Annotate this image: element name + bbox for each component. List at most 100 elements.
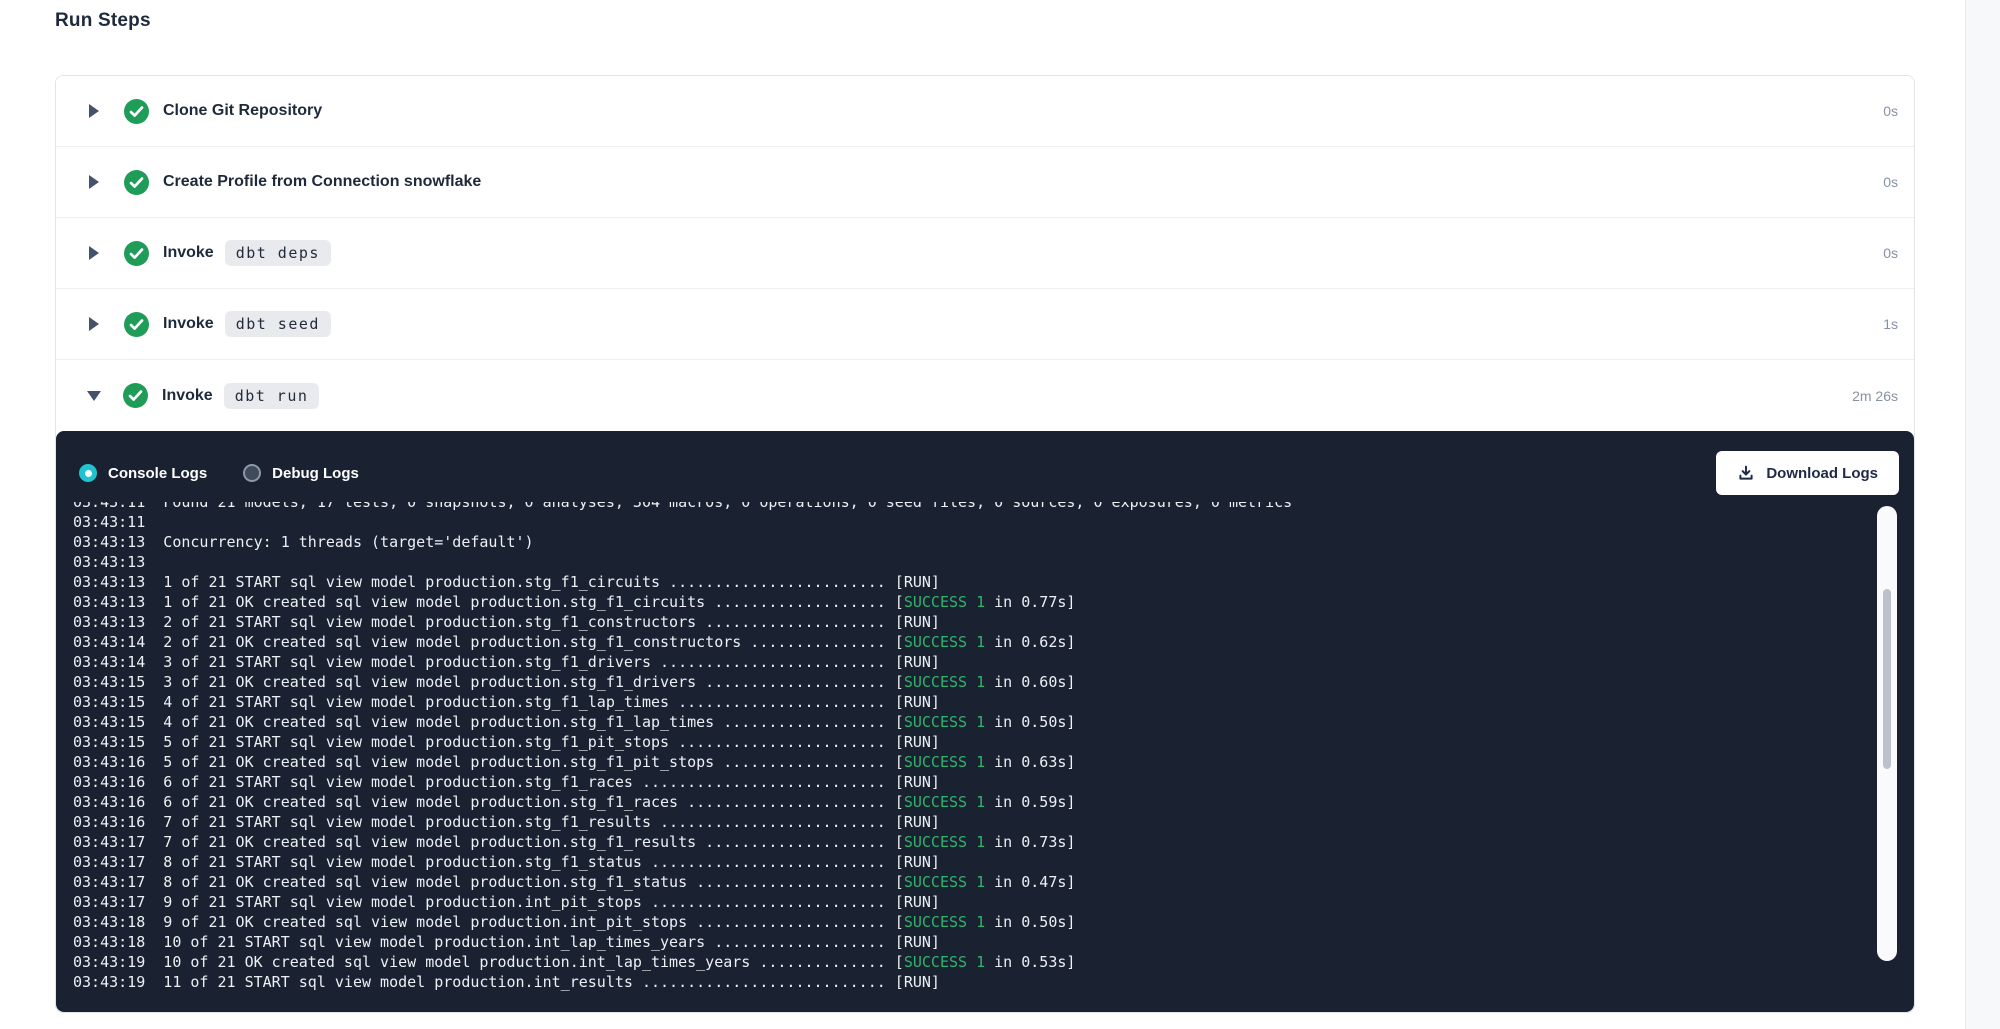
log-text: 9 of 21 START sql view model production.…: [145, 893, 940, 911]
log-line: 03:43:16 6 of 21 START sql view model pr…: [73, 772, 1914, 792]
step-row[interactable]: Invoke dbt seed 1s: [56, 289, 1914, 360]
log-line: 03:43:16 6 of 21 OK created sql view mod…: [73, 792, 1914, 812]
log-line: 03:43:15 5 of 21 START sql view model pr…: [73, 732, 1914, 752]
step-duration: 1s: [1883, 316, 1898, 332]
log-text: 7 of 21 START sql view model production.…: [145, 813, 940, 831]
log-text: [145, 513, 163, 531]
step-label: Invoke: [163, 244, 214, 262]
log-line: 03:43:15 3 of 21 OK created sql view mod…: [73, 672, 1914, 692]
log-timestamp: 03:43:16: [73, 793, 145, 811]
radio-label: Debug Logs: [272, 465, 359, 482]
download-icon: [1737, 464, 1755, 482]
log-line: 03:43:17 9 of 21 START sql view model pr…: [73, 892, 1914, 912]
step-label: Invoke: [162, 387, 213, 405]
log-text: 2 of 21 OK created sql view model produc…: [145, 633, 904, 651]
log-success-status: SUCCESS 1: [904, 953, 985, 971]
chevron-right-icon[interactable]: [89, 317, 99, 331]
radio-label: Console Logs: [108, 465, 207, 482]
log-scrollbar-thumb[interactable]: [1883, 589, 1891, 769]
log-success-status: SUCCESS 1: [904, 633, 985, 651]
log-timestamp: 03:43:11: [73, 502, 145, 511]
log-success-detail: in 0.53s]: [985, 953, 1075, 971]
log-timestamp: 03:43:13: [73, 553, 145, 571]
step-command-badge: dbt seed: [225, 311, 331, 337]
log-scrollbar-track[interactable]: [1877, 506, 1897, 961]
log-timestamp: 03:43:13: [73, 593, 145, 611]
radio-unselected-icon[interactable]: [243, 464, 261, 482]
log-text: 1 of 21 OK created sql view model produc…: [145, 593, 904, 611]
console-log-output: 03:43:11 Found 21 models, 17 tests, 0 sn…: [56, 502, 1914, 1006]
step-label: Create Profile from Connection snowflake: [163, 173, 481, 191]
log-line: 03:43:13 2 of 21 START sql view model pr…: [73, 612, 1914, 632]
log-timestamp: 03:43:18: [73, 913, 145, 931]
step-row[interactable]: Invoke dbt deps 0s: [56, 218, 1914, 289]
step-row[interactable]: Invoke dbt run 2m 26s: [56, 360, 1914, 431]
step-command-badge: dbt run: [224, 383, 320, 409]
log-timestamp: 03:43:17: [73, 833, 145, 851]
step-duration: 2m 26s: [1852, 388, 1898, 404]
log-text: 2 of 21 START sql view model production.…: [145, 613, 940, 631]
log-timestamp: 03:43:15: [73, 673, 145, 691]
log-timestamp: 03:43:17: [73, 853, 145, 871]
log-success-status: SUCCESS 1: [904, 593, 985, 611]
log-text: 4 of 21 OK created sql view model produc…: [145, 713, 904, 731]
log-success-status: SUCCESS 1: [904, 793, 985, 811]
log-line: 03:43:13 1 of 21 OK created sql view mod…: [73, 592, 1914, 612]
step-row[interactable]: Create Profile from Connection snowflake…: [56, 147, 1914, 218]
radio-debug-logs[interactable]: Debug Logs: [243, 464, 359, 482]
radio-console-logs[interactable]: Console Logs: [79, 464, 207, 482]
log-timestamp: 03:43:19: [73, 953, 145, 971]
log-text: Concurrency: 1 threads (target='default'…: [145, 533, 533, 551]
log-text: 11 of 21 START sql view model production…: [145, 973, 940, 991]
log-line: 03:43:18 9 of 21 OK created sql view mod…: [73, 912, 1914, 932]
log-lines: 03:43:11 Found 21 models, 17 tests, 0 sn…: [73, 502, 1914, 992]
log-line: 03:43:15 4 of 21 START sql view model pr…: [73, 692, 1914, 712]
log-line: 03:43:19 11 of 21 START sql view model p…: [73, 972, 1914, 992]
step-list: Clone Git Repository0sCreate Profile fro…: [56, 76, 1914, 431]
chevron-right-icon[interactable]: [89, 175, 99, 189]
chevron-right-icon[interactable]: [89, 246, 99, 260]
log-success-detail: in 0.77s]: [985, 593, 1075, 611]
log-success-status: SUCCESS 1: [904, 913, 985, 931]
radio-selected-icon[interactable]: [79, 464, 97, 482]
status-success-icon: [124, 241, 149, 266]
step-duration: 0s: [1883, 245, 1898, 261]
log-text: [145, 553, 163, 571]
step-label: Invoke: [163, 315, 214, 333]
download-logs-button[interactable]: Download Logs: [1716, 451, 1899, 495]
log-timestamp: 03:43:16: [73, 813, 145, 831]
log-text: 3 of 21 OK created sql view model produc…: [145, 673, 904, 691]
log-text: 8 of 21 OK created sql view model produc…: [145, 873, 904, 891]
log-success-status: SUCCESS 1: [904, 833, 985, 851]
log-line: 03:43:13: [73, 552, 1914, 572]
chevron-down-icon[interactable]: [87, 391, 101, 401]
log-success-detail: in 0.47s]: [985, 873, 1075, 891]
log-line: 03:43:15 4 of 21 OK created sql view mod…: [73, 712, 1914, 732]
step-duration: 0s: [1883, 174, 1898, 190]
log-text: 6 of 21 START sql view model production.…: [145, 773, 940, 791]
log-timestamp: 03:43:15: [73, 713, 145, 731]
log-success-status: SUCCESS 1: [904, 753, 985, 771]
log-line: 03:43:11 Found 21 models, 17 tests, 0 sn…: [73, 502, 1914, 512]
log-success-detail: in 0.60s]: [985, 673, 1075, 691]
step-command-badge: dbt deps: [225, 240, 331, 266]
log-line: 03:43:16 5 of 21 OK created sql view mod…: [73, 752, 1914, 772]
log-timestamp: 03:43:15: [73, 693, 145, 711]
log-text: 7 of 21 OK created sql view model produc…: [145, 833, 904, 851]
log-success-detail: in 0.63s]: [985, 753, 1075, 771]
log-text: 5 of 21 START sql view model production.…: [145, 733, 940, 751]
step-duration: 0s: [1883, 103, 1898, 119]
log-success-detail: in 0.50s]: [985, 913, 1075, 931]
log-timestamp: 03:43:15: [73, 733, 145, 751]
status-success-icon: [124, 312, 149, 337]
page-title: Run Steps: [55, 10, 151, 32]
log-timestamp: 03:43:14: [73, 653, 145, 671]
step-row[interactable]: Clone Git Repository0s: [56, 76, 1914, 147]
log-line: 03:43:16 7 of 21 START sql view model pr…: [73, 812, 1914, 832]
log-line: 03:43:13 Concurrency: 1 threads (target=…: [73, 532, 1914, 552]
log-line: 03:43:14 3 of 21 START sql view model pr…: [73, 652, 1914, 672]
log-text: 10 of 21 START sql view model production…: [145, 933, 940, 951]
log-text: 5 of 21 OK created sql view model produc…: [145, 753, 904, 771]
log-text: 1 of 21 START sql view model production.…: [145, 573, 940, 591]
chevron-right-icon[interactable]: [89, 104, 99, 118]
